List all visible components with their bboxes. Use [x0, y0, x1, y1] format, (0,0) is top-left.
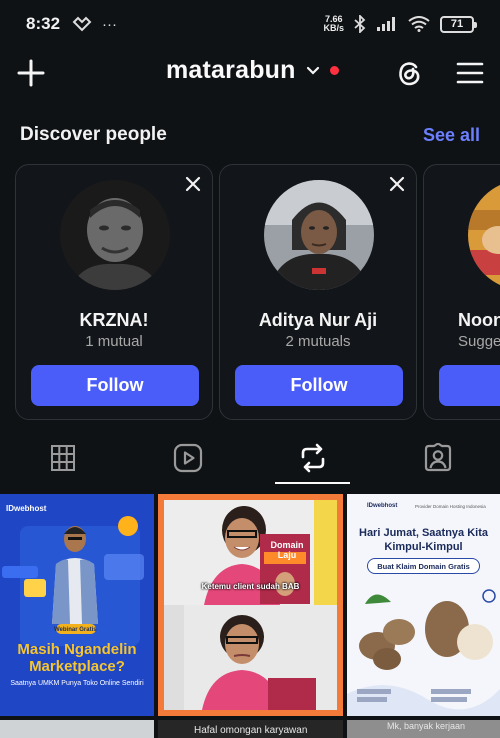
- mutual-count: 2 mutuals: [285, 333, 351, 350]
- suggestion-card[interactable]: Aditya Nur Aji 2 mutuals Follow: [219, 164, 417, 420]
- status-bar: 8:32 ··· 7.66 KB/s 71: [0, 0, 500, 48]
- discover-people-header: Discover people See all: [20, 124, 480, 146]
- post-brand: IDwebhost: [6, 504, 47, 513]
- post-tile[interactable]: Mk, banyak kerjaan: [347, 720, 500, 738]
- suggestion-name: Aditya Nur Aji: [258, 310, 378, 330]
- tagged-icon: [424, 443, 451, 472]
- follow-button[interactable]: Follow: [235, 365, 403, 406]
- suggestion-card[interactable]: Noon Sugge F: [423, 164, 500, 420]
- discover-people-title: Discover people: [20, 124, 167, 145]
- see-all-link[interactable]: See all: [423, 125, 480, 146]
- post-tile[interactable]: Hafal omongan karyawan: [158, 720, 343, 738]
- mutual-count: 1 mutual: [85, 333, 143, 350]
- suggestion-reason: Sugge: [458, 333, 500, 350]
- post-headline: Hari Jumat, Saatnya Kita: [359, 527, 488, 539]
- chevron-down-icon: [306, 66, 319, 75]
- battery-indicator: 71: [440, 15, 477, 33]
- claim-domain-pill: Buat Klaim Domain Gratis: [367, 558, 480, 574]
- tab-posts-grid[interactable]: [0, 432, 125, 484]
- network-speed: 7.66 KB/s: [323, 14, 344, 33]
- post-caption: Ketemu client sudah BAB: [201, 582, 300, 591]
- suggested-people-carousel[interactable]: KRZNA! 1 mutual Follow Aditya Nur Aji 2 …: [15, 164, 500, 420]
- post-subtext: Saatnya UMKM Punya Toko Online Sendiri: [10, 680, 144, 687]
- tab-reels[interactable]: [125, 432, 250, 484]
- post-headline: Masih Ngandelin: [17, 641, 137, 658]
- heart-rate-icon: [72, 16, 92, 32]
- profile-top-bar: matarabun: [0, 48, 500, 100]
- post-video-thumbnail: [164, 500, 337, 710]
- post-tile[interactable]: [0, 720, 154, 738]
- tab-reposts[interactable]: [250, 432, 375, 484]
- reposts-grid: IDwebhost Webinar Gratis Masih Ngandelin…: [0, 494, 500, 738]
- account-switcher[interactable]: matarabun: [166, 56, 339, 85]
- post-headline: Kimpul-Kimpul: [384, 541, 463, 553]
- grid-icon: [50, 445, 75, 471]
- post-brand: IDwebhost: [367, 503, 398, 509]
- bluetooth-icon: [354, 15, 366, 33]
- dismiss-close-icon[interactable]: [388, 175, 406, 193]
- post-tile[interactable]: IDwebhost Webinar Gratis Masih Ngandelin…: [0, 494, 154, 716]
- more-notifications-icon: ···: [102, 15, 118, 33]
- book-title: Domain Laju: [270, 540, 304, 560]
- avatar[interactable]: [264, 180, 374, 290]
- avatar[interactable]: [60, 180, 170, 290]
- wifi-icon: [408, 16, 430, 32]
- create-plus-icon[interactable]: [16, 58, 46, 88]
- post-caption: Hafal omongan karyawan: [194, 725, 308, 736]
- suggestion-name: KRZNA!: [79, 310, 149, 330]
- profile-username: matarabun: [166, 56, 296, 84]
- menu-icon[interactable]: [455, 58, 485, 88]
- status-time: 8:32: [26, 14, 61, 33]
- signal-icon: [377, 17, 395, 31]
- post-tile-highlighted[interactable]: Ketemu client sudah BAB Domain Laju: [158, 494, 343, 716]
- profile-tabs: [0, 432, 500, 484]
- tab-tagged[interactable]: [375, 432, 500, 484]
- suggestion-name: Noon: [458, 310, 500, 330]
- threads-icon[interactable]: [392, 56, 426, 90]
- post-tile[interactable]: IDwebhost Provider Domain Hosting Indone…: [347, 494, 500, 716]
- dismiss-close-icon[interactable]: [184, 175, 202, 193]
- suggestion-card[interactable]: KRZNA! 1 mutual Follow: [15, 164, 213, 420]
- reels-icon: [173, 443, 202, 473]
- notification-dot: [329, 66, 339, 75]
- post-caption: Mk, banyak kerjaan: [387, 721, 466, 731]
- post-brand-sub: Provider Domain Hosting Indonesia: [415, 504, 486, 509]
- avatar[interactable]: [468, 180, 500, 290]
- follow-button[interactable]: F: [439, 365, 500, 406]
- reposts-icon: [301, 443, 324, 473]
- post-headline: Marketplace?: [29, 658, 125, 675]
- post-badge: Webinar Gratis: [54, 627, 97, 633]
- follow-button[interactable]: Follow: [31, 365, 199, 406]
